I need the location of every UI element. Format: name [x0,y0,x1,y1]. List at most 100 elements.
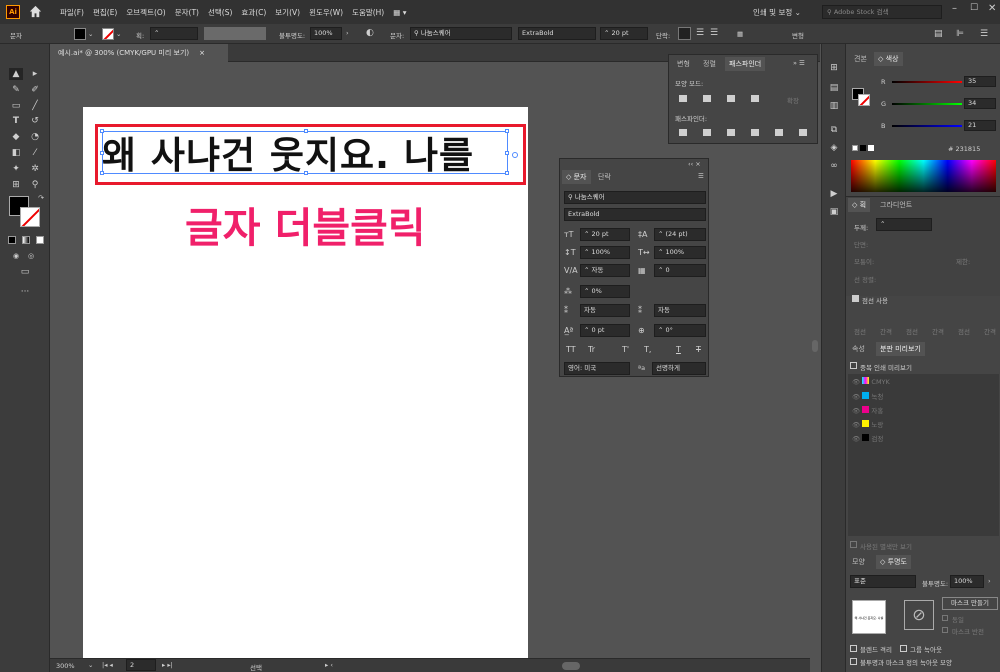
trim-icon[interactable] [703,129,711,136]
char-size-input[interactable]: ⌃ 20 pt [580,228,630,241]
all-caps-button[interactable]: TT [566,345,576,354]
next-artboard-icon[interactable]: ▸ ▸| [162,661,173,669]
color-stroke-box[interactable] [858,94,870,106]
plate-row[interactable]: 👁 녹청 [852,391,883,401]
menu-file[interactable]: 파일(F) [60,7,84,18]
char-tsume-input[interactable]: ⌃ 0% [580,285,630,298]
minus-back-icon[interactable] [799,129,807,136]
artboard[interactable] [83,107,528,660]
shape-builder-icon[interactable]: ◔ [28,131,42,143]
tab-pathfinder[interactable]: 패스파인더 [725,57,766,71]
intersect-icon[interactable] [727,95,735,102]
menu-edit[interactable]: 편집(E) [93,7,117,18]
eraser-icon[interactable]: ◆ [9,131,23,143]
define-knockout-checkbox[interactable] [850,658,857,665]
color-mode-icon[interactable] [8,236,16,244]
outline-icon[interactable] [775,129,783,136]
draw-normal-icon[interactable]: ◉ [9,250,23,262]
isolate-blend-checkbox[interactable] [850,645,857,652]
black-color-icon[interactable] [860,145,866,151]
char-baseline-input[interactable]: ⌃ 0 pt [580,324,630,337]
make-mask-button[interactable]: 마스크 만들기 [942,597,998,610]
tab-transform[interactable]: 변형 [673,57,694,71]
home-icon[interactable] [28,4,43,19]
opacity-expand-icon[interactable]: › [988,577,991,585]
char-vscale-input[interactable]: ⌃ 100% [580,246,630,259]
underline-button[interactable]: T [676,345,681,354]
white-color-icon[interactable] [868,145,874,151]
align-right-icon[interactable]: ☰ [710,28,718,38]
fill-dropdown-icon[interactable]: ⌄ [88,30,93,38]
plate-row[interactable]: 👁 CMYK [852,377,890,386]
unite-icon[interactable] [679,95,687,102]
r-value[interactable]: 35 [964,76,996,87]
superscript-button[interactable]: T' [622,345,629,354]
close-button[interactable]: ✕ [988,3,996,14]
plate-row[interactable]: 👁 자홍 [852,405,883,415]
none-mode-icon[interactable] [36,236,44,244]
minus-front-icon[interactable] [703,95,711,102]
color-spectrum[interactable] [851,160,996,192]
stroke-color-box[interactable] [20,207,40,227]
zoom-level[interactable]: 300% [56,662,75,670]
artboard-tool-icon[interactable]: ⊞ [9,179,23,191]
font-size-input[interactable]: ⌃ 20 pt [600,27,648,40]
font-style-select[interactable]: ExtraBold [518,27,596,40]
libraries-panel-icon[interactable]: ◈ [827,142,841,154]
stock-search-input[interactable]: ⚲ Adobe Stock 검색 [822,5,942,19]
expand-button[interactable]: 확장 [787,95,799,105]
opacity-input[interactable]: 100% [310,27,342,40]
used-spots-checkbox[interactable] [850,541,857,548]
stroke-swatch[interactable] [102,28,114,40]
menu-view[interactable]: 보기(V) [275,7,300,18]
none-color-icon[interactable] [852,145,858,151]
char-kerning-input[interactable]: ⌃ 자동 [580,264,630,277]
maximize-button[interactable]: ☐ [970,3,978,13]
clip-checkbox[interactable] [942,615,948,621]
char-font-style[interactable]: ExtraBold [564,208,706,221]
align-options-icon[interactable]: ▦ [737,30,743,38]
collapse-panel-icon[interactable]: ‹‹ × [688,160,701,168]
small-caps-button[interactable]: Tr [588,345,595,354]
symbol-sprayer-icon[interactable]: ✲ [28,163,42,175]
zoom-dropdown-icon[interactable]: ⌄ [88,661,93,669]
artboard-number[interactable]: 2 [126,659,156,671]
font-family-input[interactable]: ⚲ 나눔스퀘어 [410,27,512,40]
graphic-styles-icon[interactable]: ▣ [827,206,841,218]
stroke-weight-input[interactable]: ⌃ [150,27,198,40]
swap-colors-icon[interactable]: ↷ [34,192,48,204]
tab-stroke[interactable]: ◇ 획 [848,198,871,212]
opacity-expand-icon[interactable]: › [346,29,349,37]
horizontal-scrollbar-thumb[interactable] [562,662,580,670]
menu-effect[interactable]: 효과(C) [241,7,266,18]
gradient-tool-icon[interactable]: ◧ [9,147,23,159]
tab-align[interactable]: 정렬 [699,57,720,71]
curvature-icon[interactable]: ✐ [28,84,42,96]
minimize-button[interactable]: – [952,3,957,14]
type-tool-icon[interactable]: T [9,115,23,127]
merge-icon[interactable] [727,129,735,136]
divide-icon[interactable] [679,129,687,136]
artboards-panel-icon[interactable]: ⊞ [827,62,841,74]
variable-width-profile[interactable] [204,27,266,40]
align-left-button[interactable] [678,27,691,40]
close-tab-icon[interactable]: × [199,49,205,57]
tab-separations-preview[interactable]: 분판 미리보기 [876,342,925,356]
rectangle-tool-icon[interactable]: ▭ [9,100,23,112]
align-center-icon[interactable]: ☰ [696,28,704,38]
tab-swatches[interactable]: 견본 [850,52,871,66]
rotate-tool-icon[interactable]: ↺ [28,115,42,127]
edit-toolbar-icon[interactable]: ··· [18,286,32,298]
fill-swatch[interactable] [74,28,86,40]
panel-menu-icon[interactable]: » ☰ [793,59,805,67]
status-expand-icon[interactable]: ▸ ‹ [325,661,333,669]
knockout-checkbox[interactable] [900,645,907,652]
stroke-weight-select[interactable]: ⌃ [876,218,932,231]
char-rotation-input[interactable]: ⌃ 0° [654,324,706,337]
menu-object[interactable]: 오브젝트(O) [126,7,165,18]
blend-mode-select[interactable]: 표준 [850,575,916,588]
b-value[interactable]: 21 [964,120,996,131]
align-icon[interactable]: ⊫ [956,29,964,39]
layers-panel-icon[interactable]: ▥ [827,100,841,112]
language-select[interactable]: 영어: 미국 [564,362,630,375]
